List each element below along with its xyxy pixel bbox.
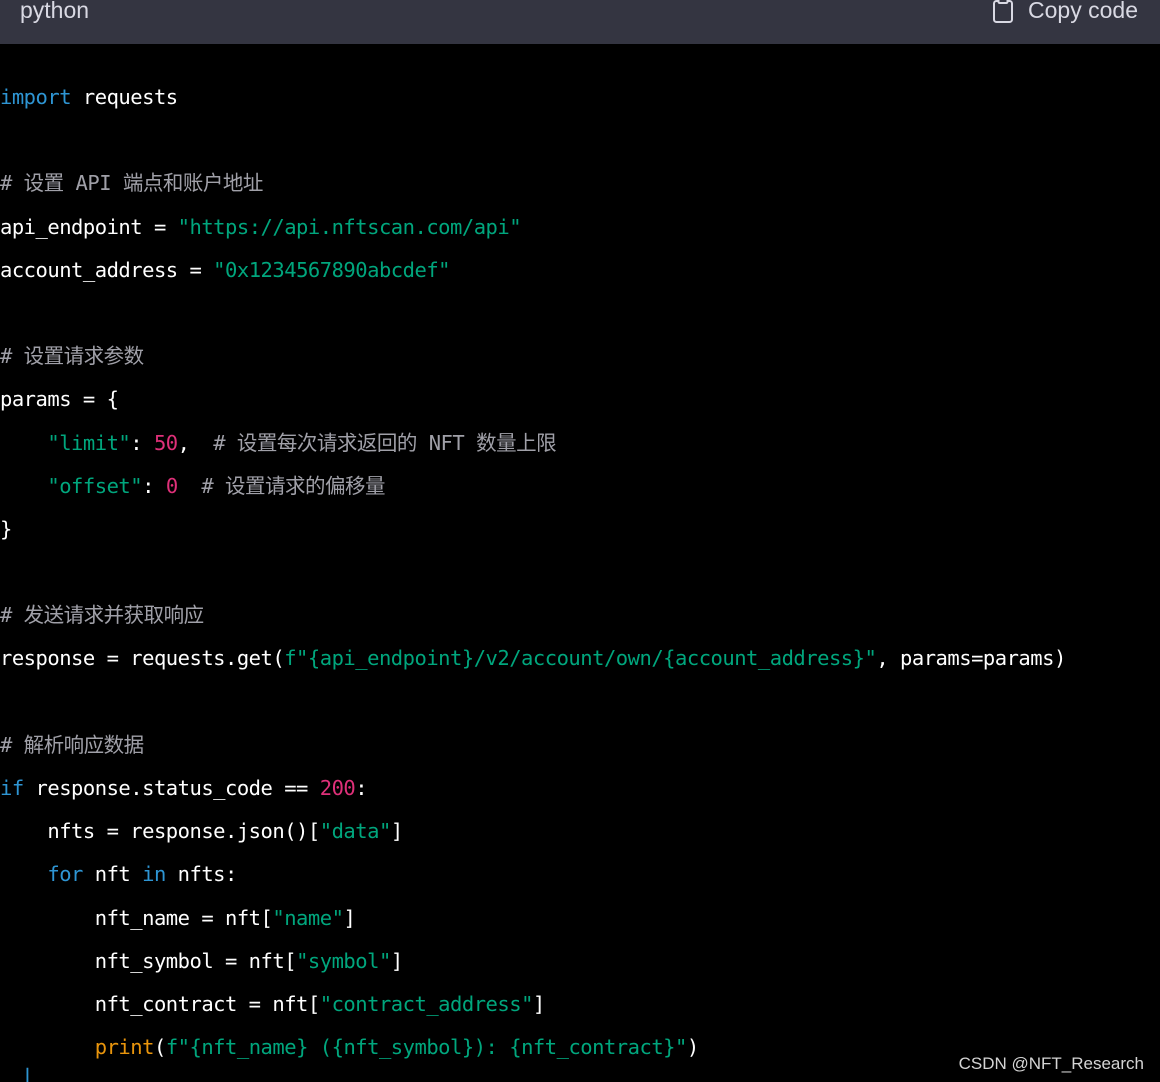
code-block: python Copy code import requests​# 设置 AP…	[0, 0, 1160, 1082]
code-string: "offset"	[47, 473, 143, 498]
code-text: ]	[532, 991, 545, 1016]
code-string: "limit"	[47, 430, 131, 455]
code-line: "offset": 0 # 设置请求的偏移量	[0, 465, 1160, 508]
copy-code-button[interactable]: Copy code	[992, 0, 1138, 24]
code-line: ​	[0, 119, 1160, 162]
code-text: , params=params)	[876, 646, 1066, 671]
code-line: nft_contract = nft["contract_address"]	[0, 983, 1160, 1026]
code-line: if response.status_code == 200:	[0, 767, 1160, 810]
code-builtin: print	[94, 1035, 155, 1060]
code-text: account_address =	[0, 257, 214, 282]
code-text: ]	[343, 905, 356, 930]
code-line: nft_name = nft["name"]	[0, 897, 1160, 940]
code-number: 50	[153, 430, 178, 455]
code-keyword: import	[0, 85, 72, 109]
code-string: "https://api.nftscan.com/api"	[177, 214, 522, 239]
code-line: for nft in nfts:	[0, 853, 1160, 896]
code-text: nft_contract = nft[	[0, 991, 321, 1016]
code-text: nft	[82, 862, 143, 887]
code-string: "symbol"	[296, 948, 391, 973]
clipboard-icon	[992, 0, 1014, 23]
code-text: params = {	[0, 387, 119, 412]
code-text: ]	[390, 819, 403, 844]
code-line: # 解析响应数据	[0, 724, 1160, 767]
code-line: ​	[0, 681, 1160, 724]
code-line: nfts = response.json()["data"]	[0, 810, 1160, 853]
code-line: ​	[0, 551, 1160, 594]
code-line: ​	[0, 292, 1160, 335]
code-string: f"{api_endpoint}/v2/account/own/{account…	[284, 646, 877, 671]
code-number: 0	[165, 473, 178, 498]
code-comment: # 设置请求参数	[0, 344, 144, 369]
code-string: "data"	[319, 819, 392, 844]
copy-code-label: Copy code	[1028, 0, 1138, 23]
code-string: "0x1234567890abcdef"	[213, 257, 451, 282]
code-string: "name"	[272, 905, 344, 930]
code-text: nfts:	[165, 862, 238, 887]
watermark: CSDN @NFT_Research	[958, 1054, 1144, 1073]
code-text: nfts = response.json()[	[0, 819, 320, 844]
code-line: response = requests.get(f"{api_endpoint}…	[0, 637, 1160, 680]
code-string: f"{nft_name} ({nft_symbol}): {nft_contra…	[165, 1035, 688, 1060]
code-line: "limit": 50, # 设置每次请求返回的 NFT 数量上限	[0, 422, 1160, 465]
code-text: requests	[71, 85, 178, 109]
code-text: response = requests.get(	[0, 646, 285, 671]
language-label: python	[20, 0, 90, 23]
code-text: (	[153, 1035, 166, 1060]
code-text: )	[686, 1035, 699, 1060]
cropped-glyph: ⌊	[22, 1064, 35, 1082]
code-number: 200	[319, 776, 356, 800]
code-comment: # 设置每次请求返回的 NFT 数量上限	[213, 430, 557, 455]
code-text: response.status_code ==	[23, 776, 320, 800]
code-comment: # 设置 API 端点和账户地址	[0, 171, 263, 196]
code-text: :	[355, 776, 368, 800]
code-line: }	[0, 508, 1160, 551]
code-keyword: for	[47, 862, 83, 887]
code-text: }	[0, 516, 12, 541]
code-line: api_endpoint = "https://api.nftscan.com/…	[0, 206, 1160, 249]
code-comment: # 发送请求并获取响应	[0, 603, 204, 628]
code-text: ,	[177, 430, 214, 455]
code-comment: # 设置请求的偏移量	[201, 473, 386, 498]
code-header: python Copy code	[0, 0, 1160, 44]
code-keyword: in	[142, 862, 166, 887]
code-text: nft_symbol = nft[	[0, 948, 297, 973]
code-line: import requests	[0, 76, 1160, 119]
code-string: "contract_address"	[319, 991, 534, 1016]
code-comment: # 解析响应数据	[0, 732, 144, 757]
code-keyword: if	[0, 776, 24, 800]
code-text: :	[142, 473, 166, 498]
code-line: params = {	[0, 378, 1160, 421]
code-line: account_address = "0x1234567890abcdef"	[0, 249, 1160, 292]
code-text: :	[130, 430, 154, 455]
code-line: nft_symbol = nft["symbol"]	[0, 940, 1160, 983]
code-text: nft_name = nft[	[0, 905, 273, 930]
code-body: import requests​# 设置 API 端点和账户地址api_endp…	[0, 76, 1160, 1069]
code-line: # 设置 API 端点和账户地址	[0, 162, 1160, 205]
code-line: # 发送请求并获取响应	[0, 594, 1160, 637]
code-text: ]	[390, 948, 403, 973]
code-text: api_endpoint =	[0, 214, 178, 239]
code-line: # 设置请求参数	[0, 335, 1160, 378]
